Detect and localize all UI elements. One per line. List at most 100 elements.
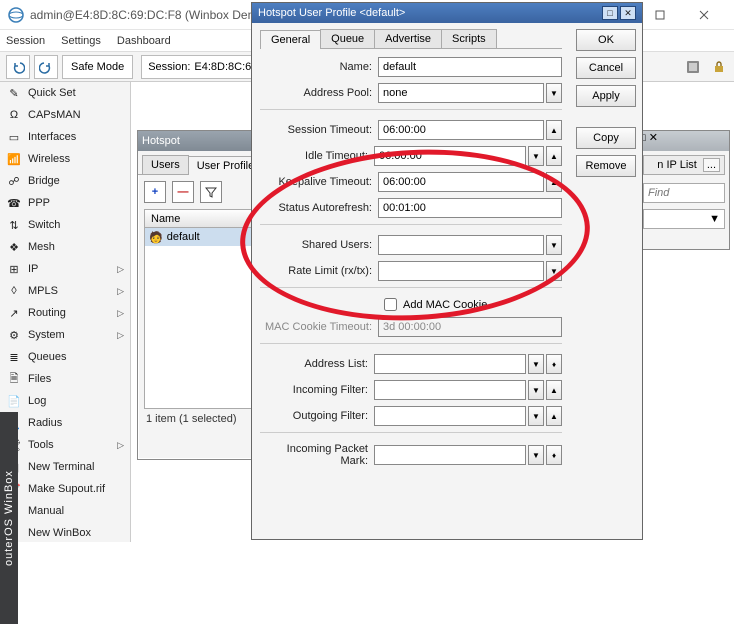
safemode-button[interactable]: Safe Mode	[62, 55, 133, 79]
gear-icon: ⚙	[6, 327, 22, 343]
files-icon: 🗎	[6, 371, 22, 387]
maximize-button[interactable]	[638, 0, 682, 30]
dashboard-icon[interactable]	[684, 58, 702, 76]
sidebar-item-system[interactable]: ⚙System▷	[0, 324, 130, 346]
chevron-icon: ▷	[117, 286, 124, 297]
tab-advertise[interactable]: Advertise	[374, 29, 442, 48]
chevron-icon: ▷	[117, 330, 124, 341]
name-input[interactable]	[378, 57, 562, 77]
sidebar-item-tools[interactable]: 🛠Tools▷	[0, 434, 130, 456]
interfaces-icon: ▭	[6, 129, 22, 145]
iplist-tab[interactable]: n IP List ...	[643, 155, 725, 175]
sidebar-item-quickset[interactable]: ✎Quick Set	[0, 82, 130, 104]
sidebar-item-ppp[interactable]: ☎PPP	[0, 192, 130, 214]
sidebar-item-interfaces[interactable]: ▭Interfaces	[0, 126, 130, 148]
idle-timeout-input[interactable]	[374, 146, 526, 166]
redo-button[interactable]	[34, 55, 58, 79]
sidebar-item-mpls[interactable]: ◊MPLS▷	[0, 280, 130, 302]
expand-icon[interactable]: ▼	[546, 261, 562, 281]
ok-button[interactable]: OK	[576, 29, 636, 51]
sidebar: ✎Quick Set ΩCAPsMAN ▭Interfaces 📶Wireles…	[0, 82, 131, 542]
sidebar-item-newterminal[interactable]: ▣New Terminal	[0, 456, 130, 478]
menu-settings[interactable]: Settings	[61, 35, 101, 47]
sidebar-item-log[interactable]: 📄Log	[0, 390, 130, 412]
sidebar-item-switch[interactable]: ⇅Switch	[0, 214, 130, 236]
chevron-icon: ▷	[117, 440, 124, 451]
queues-icon: ≣	[6, 349, 22, 365]
mpls-icon: ◊	[6, 283, 22, 299]
apply-button[interactable]: Apply	[576, 85, 636, 107]
sidebar-item-ip[interactable]: ⊞IP▷	[0, 258, 130, 280]
tab-queue[interactable]: Queue	[320, 29, 375, 48]
address-list-input[interactable]	[374, 354, 526, 374]
dialog-max-button[interactable]: □	[602, 6, 618, 20]
filter-button[interactable]	[200, 181, 222, 203]
remove-button[interactable]: —	[172, 181, 194, 203]
rate-limit-input[interactable]	[378, 261, 544, 281]
collapse-icon[interactable]: ▲	[546, 120, 562, 140]
wand-icon: ✎	[6, 85, 22, 101]
sidebar-item-files[interactable]: 🗎Files	[0, 368, 130, 390]
dropdown-icon[interactable]: ▼	[528, 146, 544, 166]
tab-scripts[interactable]: Scripts	[441, 29, 497, 48]
vertical-tab[interactable]: outerOS WinBox	[0, 412, 18, 624]
incoming-filter-input[interactable]	[374, 380, 526, 400]
add-mac-cookie-checkbox[interactable]	[384, 298, 397, 311]
switch-icon: ⇅	[6, 217, 22, 233]
sidebar-item-wireless[interactable]: 📶Wireless	[0, 148, 130, 170]
iplist-titlebar[interactable]: □ ✕	[639, 131, 729, 151]
collapse-icon[interactable]: ▲	[546, 380, 562, 400]
lock-icon[interactable]	[710, 58, 728, 76]
close-button[interactable]	[682, 0, 726, 30]
find-input[interactable]	[643, 183, 725, 203]
dropdown-icon[interactable]: ▼	[528, 354, 544, 374]
collapse-icon[interactable]: ▲	[546, 172, 562, 192]
sidebar-item-routing[interactable]: ↗Routing▷	[0, 302, 130, 324]
add-icon[interactable]: ♦	[546, 445, 562, 465]
dropdown-icon[interactable]: ▼	[528, 406, 544, 426]
copy-button[interactable]: Copy	[576, 127, 636, 149]
sidebar-item-supout[interactable]: 📝Make Supout.rif	[0, 478, 130, 500]
add-button[interactable]: +	[144, 181, 166, 203]
incoming-packet-mark-input[interactable]	[374, 445, 526, 465]
status-autorefresh-input[interactable]	[378, 198, 562, 218]
dropdown-icon[interactable]: ▼	[528, 380, 544, 400]
collapse-icon[interactable]: ▲	[546, 406, 562, 426]
mac-cookie-timeout-input: 3d 00:00:00	[378, 317, 562, 337]
iplist-close-button[interactable]: ✕	[649, 132, 658, 144]
collapse-icon[interactable]: ▲	[546, 146, 562, 166]
chevron-icon: ▷	[117, 308, 124, 319]
dialog-close-button[interactable]: ✕	[620, 6, 636, 20]
dialog-titlebar[interactable]: Hotspot User Profile <default> □ ✕	[252, 3, 642, 23]
remove-button[interactable]: Remove	[576, 155, 636, 177]
sidebar-item-newwinbox[interactable]: ◐New WinBox	[0, 522, 130, 542]
session-timeout-input[interactable]	[378, 120, 544, 140]
mesh-icon: ❖	[6, 239, 22, 255]
keepalive-timeout-input[interactable]	[378, 172, 544, 192]
menu-session[interactable]: Session	[6, 35, 45, 47]
tab-general[interactable]: General	[260, 30, 321, 49]
iplist-window: □ ✕ n IP List ... ▼	[638, 130, 730, 250]
sidebar-item-capsman[interactable]: ΩCAPsMAN	[0, 104, 130, 126]
add-icon[interactable]: ♦	[546, 354, 562, 374]
sidebar-item-radius[interactable]: 👤Radius	[0, 412, 130, 434]
hotspot-tab-users[interactable]: Users	[142, 155, 189, 174]
addrpool-dropdown-icon[interactable]: ▼	[546, 83, 562, 103]
sidebar-item-bridge[interactable]: ☍Bridge	[0, 170, 130, 192]
wifi-icon: 📶	[6, 151, 22, 167]
sidebar-item-manual[interactable]: ❓Manual	[0, 500, 130, 522]
addrpool-select[interactable]: none	[378, 83, 544, 103]
sidebar-item-mesh[interactable]: ❖Mesh	[0, 236, 130, 258]
shared-users-input[interactable]	[378, 235, 544, 255]
dropdown[interactable]: ▼	[643, 209, 725, 229]
dialog-buttons: OK Cancel Apply Copy Remove	[570, 23, 642, 539]
outgoing-filter-input[interactable]	[374, 406, 526, 426]
expand-icon[interactable]: ▼	[546, 235, 562, 255]
cancel-button[interactable]: Cancel	[576, 57, 636, 79]
caps-icon: Ω	[6, 107, 22, 123]
menu-dashboard[interactable]: Dashboard	[117, 35, 171, 47]
dropdown-icon[interactable]: ▼	[528, 445, 544, 465]
undo-button[interactable]	[6, 55, 30, 79]
sidebar-item-queues[interactable]: ≣Queues	[0, 346, 130, 368]
ppp-icon: ☎	[6, 195, 22, 211]
